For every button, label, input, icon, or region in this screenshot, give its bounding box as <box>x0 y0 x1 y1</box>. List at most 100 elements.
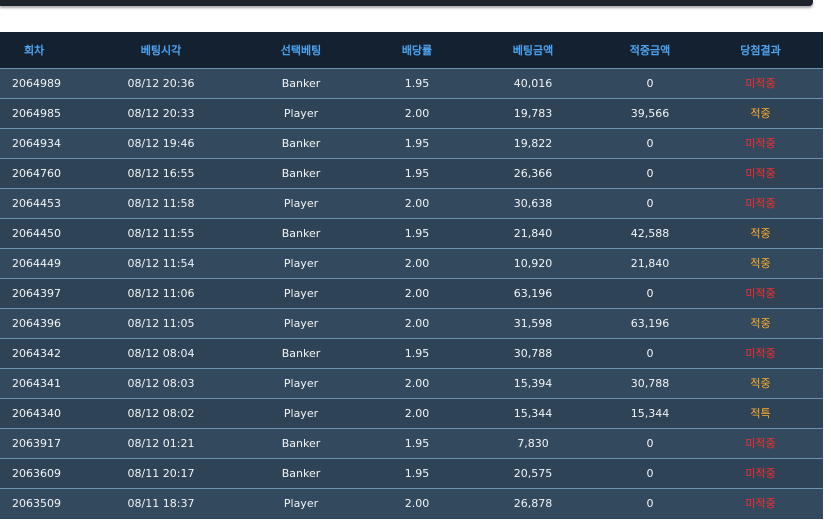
table-row: 2064760 08/12 16:55 Banker 1.95 26,366 0 미적중 <box>0 157 823 188</box>
cell-odds: 1.95 <box>370 67 464 98</box>
cell-result: 적중 <box>698 97 823 128</box>
cell-bet-amount: 30,638 <box>464 187 602 218</box>
cell-pick: Player <box>232 247 370 278</box>
cell-bet-amount: 15,394 <box>464 367 602 398</box>
cell-result: 미적중 <box>698 427 823 458</box>
cell-bet-amount: 19,783 <box>464 97 602 128</box>
cell-result: 미적중 <box>698 277 823 308</box>
cell-payout: 0 <box>602 337 698 368</box>
cell-result: 미적중 <box>698 187 823 218</box>
cell-bet-amount: 21,840 <box>464 217 602 248</box>
cell-bet-time: 08/12 11:58 <box>90 187 232 218</box>
cell-bet-time: 08/12 20:33 <box>90 97 232 128</box>
table-body: 2064989 08/12 20:36 Banker 1.95 40,016 0 미적중 20… <box>0 67 823 518</box>
cell-round: 2064397 <box>0 277 90 308</box>
cell-bet-amount: 26,878 <box>464 487 602 518</box>
cell-result: 미적중 <box>698 67 823 98</box>
cell-bet-time: 08/12 11:06 <box>90 277 232 308</box>
cell-result: 미적중 <box>698 157 823 188</box>
cell-pick: Player <box>232 307 370 338</box>
cell-pick: Banker <box>232 337 370 368</box>
cell-bet-time: 08/12 11:05 <box>90 307 232 338</box>
cell-odds: 2.00 <box>370 277 464 308</box>
cell-payout: 0 <box>602 427 698 458</box>
top-panel <box>0 0 813 6</box>
cell-odds: 2.00 <box>370 397 464 428</box>
cell-payout: 39,566 <box>602 97 698 128</box>
cell-result: 적특 <box>698 397 823 428</box>
cell-bet-time: 08/12 08:02 <box>90 397 232 428</box>
header-bet-time: 베팅시각 <box>140 43 182 57</box>
cell-round: 2063509 <box>0 487 90 518</box>
cell-pick: Banker <box>232 457 370 488</box>
cell-payout: 21,840 <box>602 247 698 278</box>
cell-bet-amount: 10,920 <box>464 247 602 278</box>
table-row: 2064989 08/12 20:36 Banker 1.95 40,016 0 미적중 <box>0 67 823 98</box>
cell-payout: 0 <box>602 187 698 218</box>
cell-pick: Player <box>232 97 370 128</box>
header-odds: 배당률 <box>401 43 433 57</box>
cell-round: 2064341 <box>0 367 90 398</box>
cell-odds: 2.00 <box>370 187 464 218</box>
cell-result: 적중 <box>698 307 823 338</box>
table-row: 2063509 08/11 18:37 Player 2.00 26,878 0 미적중 <box>0 487 823 518</box>
cell-pick: Banker <box>232 67 370 98</box>
cell-round: 2064453 <box>0 187 90 218</box>
table-row: 2064340 08/12 08:02 Player 2.00 15,344 15,344… <box>0 397 823 428</box>
cell-pick: Player <box>232 277 370 308</box>
cell-payout: 0 <box>602 157 698 188</box>
cell-bet-time: 08/11 20:17 <box>90 457 232 488</box>
cell-pick: Banker <box>232 427 370 458</box>
cell-bet-time: 08/12 08:04 <box>90 337 232 368</box>
cell-odds: 2.00 <box>370 307 464 338</box>
cell-odds: 1.95 <box>370 337 464 368</box>
cell-result: 적중 <box>698 217 823 248</box>
cell-round: 2064340 <box>0 397 90 428</box>
cell-payout: 0 <box>602 127 698 158</box>
table-row: 2064342 08/12 08:04 Banker 1.95 30,788 0 미적중 <box>0 337 823 368</box>
cell-bet-time: 08/12 01:21 <box>90 427 232 458</box>
cell-bet-amount: 31,598 <box>464 307 602 338</box>
cell-odds: 2.00 <box>370 367 464 398</box>
cell-odds: 1.95 <box>370 157 464 188</box>
cell-bet-time: 08/12 16:55 <box>90 157 232 188</box>
cell-result: 적중 <box>698 367 823 398</box>
header-row: 회차 베팅시각 선택베팅 배당률 베팅금액 적중금액 당첨결과 <box>0 32 823 68</box>
cell-pick: Player <box>232 187 370 218</box>
table-row: 2063917 08/12 01:21 Banker 1.95 7,830 0 미적중 <box>0 427 823 458</box>
cell-pick: Player <box>232 487 370 518</box>
cell-pick: Player <box>232 367 370 398</box>
cell-result: 미적중 <box>698 127 823 158</box>
cell-round: 2064760 <box>0 157 90 188</box>
bet-history-table-container: 회차 베팅시각 선택베팅 배당률 베팅금액 적중금액 당첨결과 2064989 0… <box>0 32 823 519</box>
table-row: 2064396 08/12 11:05 Player 2.00 31,598 63,196… <box>0 307 823 338</box>
cell-round: 2063609 <box>0 457 90 488</box>
header-pick: 선택베팅 <box>280 43 322 57</box>
cell-round: 2064450 <box>0 217 90 248</box>
cell-result: 적중 <box>698 247 823 278</box>
cell-pick: Banker <box>232 157 370 188</box>
cell-odds: 1.95 <box>370 457 464 488</box>
cell-result: 미적중 <box>698 487 823 518</box>
cell-payout: 0 <box>602 277 698 308</box>
cell-payout: 42,588 <box>602 217 698 248</box>
cell-bet-time: 08/12 08:03 <box>90 367 232 398</box>
cell-bet-time: 08/12 11:55 <box>90 217 232 248</box>
cell-bet-amount: 7,830 <box>464 427 602 458</box>
cell-result: 미적중 <box>698 337 823 368</box>
table-row: 2064985 08/12 20:33 Player 2.00 19,783 39,566… <box>0 97 823 128</box>
cell-odds: 2.00 <box>370 487 464 518</box>
header-result: 당첨결과 <box>740 43 781 57</box>
table-header: 회차 베팅시각 선택베팅 배당률 베팅금액 적중금액 당첨결과 <box>0 32 823 68</box>
cell-odds: 2.00 <box>370 247 464 278</box>
header-bet-amount: 베팅금액 <box>512 43 554 57</box>
cell-odds: 1.95 <box>370 127 464 158</box>
cell-payout: 63,196 <box>602 307 698 338</box>
cell-round: 2064985 <box>0 97 90 128</box>
cell-bet-amount: 63,196 <box>464 277 602 308</box>
cell-odds: 1.95 <box>370 217 464 248</box>
cell-round: 2064989 <box>0 67 90 98</box>
cell-bet-amount: 20,575 <box>464 457 602 488</box>
cell-odds: 1.95 <box>370 427 464 458</box>
cell-bet-time: 08/11 18:37 <box>90 487 232 518</box>
